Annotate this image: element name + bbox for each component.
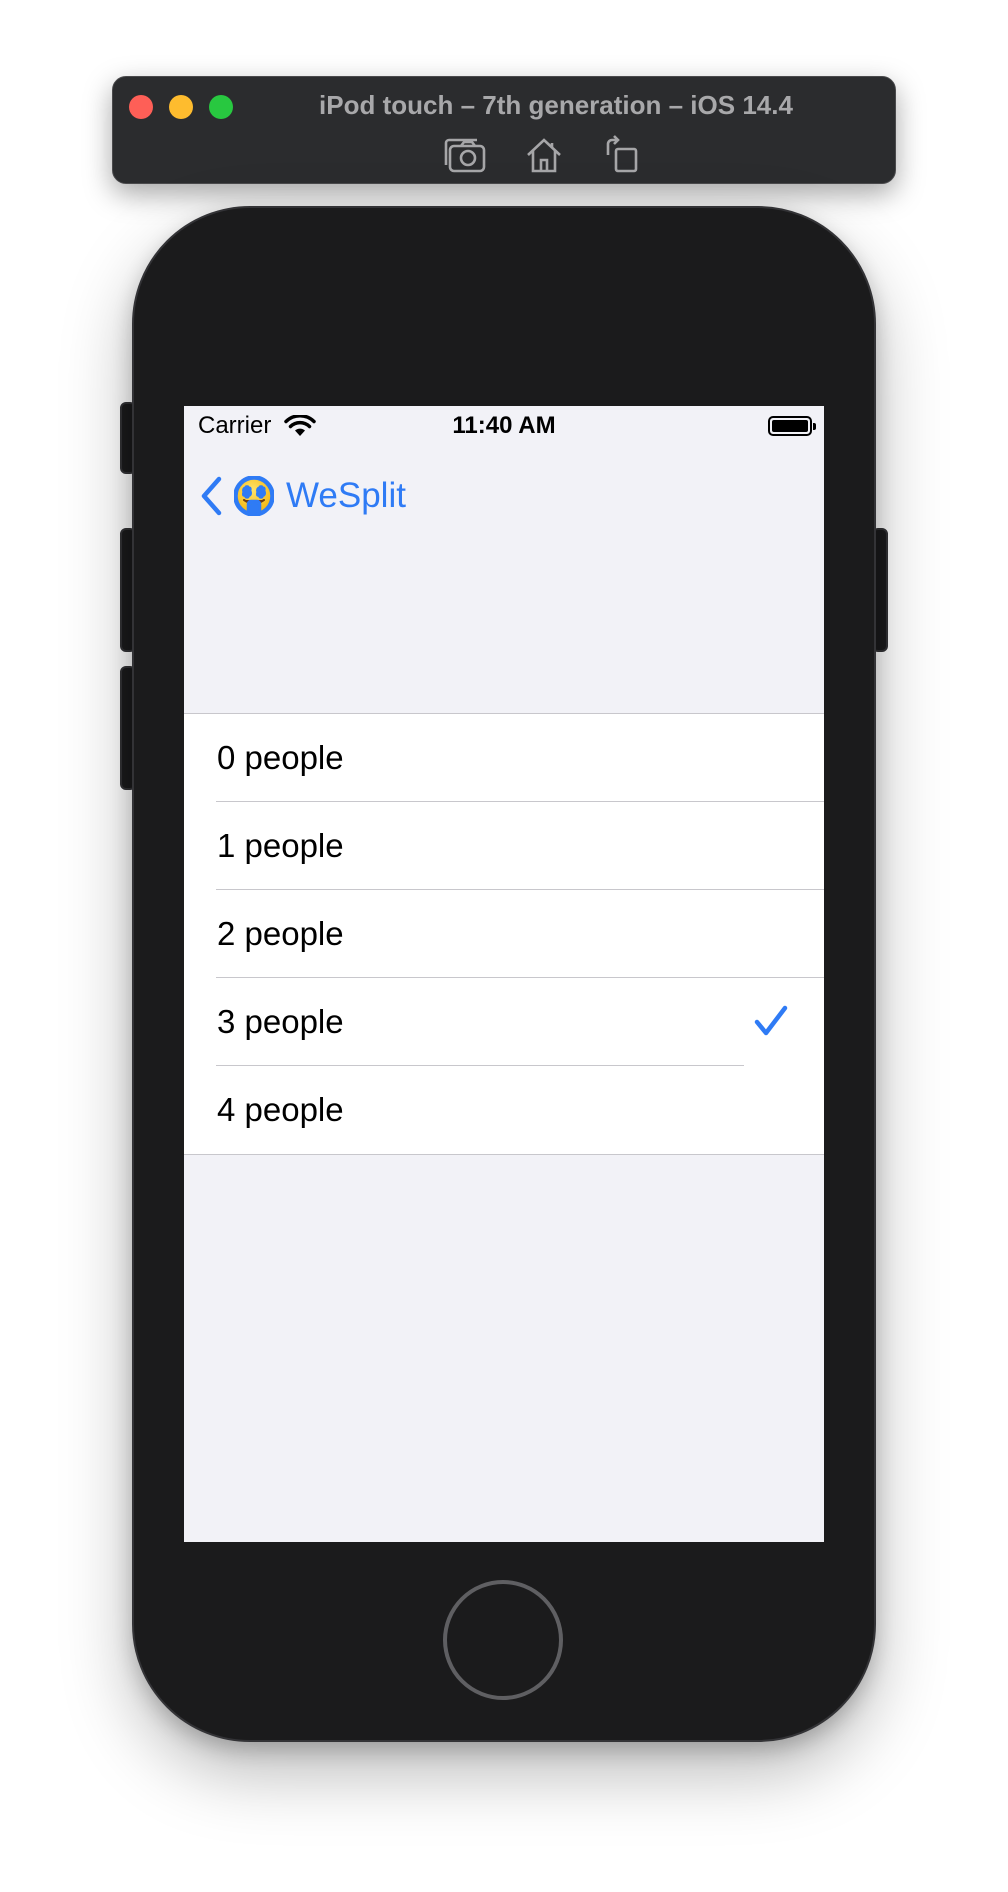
options-list: 0 people 1 people 2 people 3 people 4 people [184, 713, 824, 1155]
option-label: 3 people [217, 1003, 344, 1040]
battery-icon [768, 416, 816, 436]
option-label: 2 people [217, 915, 344, 952]
home-icon [527, 138, 561, 173]
simulator-title: iPod touch – 7th generation – iOS 14.4 [319, 90, 793, 120]
option-row[interactable]: 4 people [184, 1066, 824, 1154]
back-button[interactable]: $ $ $ WeSplit [200, 466, 406, 526]
screenshot-button[interactable] [444, 133, 488, 177]
device-screen: Carrier 11:40 AM $ $ $ WeSplit 0 people … [184, 406, 824, 1542]
rotate-icon [606, 135, 638, 173]
option-label: 0 people [217, 739, 344, 776]
svg-text:$: $ [258, 487, 265, 498]
chevron-left-icon [201, 476, 222, 516]
home-button[interactable] [443, 1580, 563, 1700]
simulator-toolbar [113, 133, 895, 177]
rotate-button[interactable] [600, 133, 644, 177]
back-button-label: WeSplit [286, 476, 406, 515]
status-time: 11:40 AM [452, 412, 556, 439]
svg-text:$: $ [251, 504, 257, 513]
option-row[interactable]: 2 people [184, 890, 824, 978]
screenshot-icon [444, 138, 486, 173]
money-mouth-face-icon: $ $ $ [234, 476, 274, 516]
home-toolbar-button[interactable] [522, 133, 566, 177]
window-zoom-button[interactable] [209, 95, 233, 119]
status-bar: Carrier 11:40 AM [184, 406, 824, 446]
option-row[interactable]: 3 people [184, 978, 824, 1066]
battery-cap [813, 423, 816, 430]
checkmark-icon [754, 1004, 788, 1043]
window-minimize-button[interactable] [169, 95, 193, 119]
simulator-title-bar: iPod touch – 7th generation – iOS 14.4 [112, 76, 896, 184]
window-close-button[interactable] [129, 95, 153, 119]
battery-level [772, 420, 808, 432]
svg-text:$: $ [244, 487, 251, 498]
stage: iPod touch – 7th generation – iOS 14.4 C… [0, 0, 1008, 1892]
option-label: 1 people [217, 827, 344, 864]
option-label: 4 people [217, 1091, 344, 1128]
option-row[interactable]: 1 people [184, 802, 824, 890]
option-row[interactable]: 0 people [184, 714, 824, 802]
